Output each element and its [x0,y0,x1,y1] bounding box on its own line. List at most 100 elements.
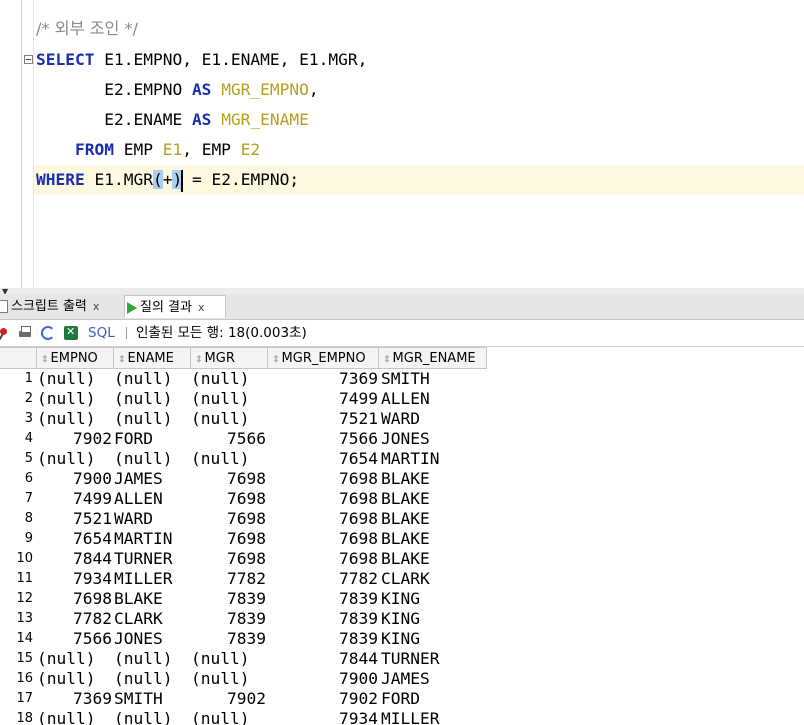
cell-mgr-empno[interactable]: 7698 [268,529,378,549]
cell-mgr-empno[interactable]: 7521 [268,409,378,429]
table-row[interactable]: 9 7654 MARTIN 7698 7698 BLAKE [0,529,487,549]
table-row[interactable]: 17 7369 SMITH 7902 7902 FORD [0,689,487,709]
table-row[interactable]: 6 7900 JAMES 7698 7698 BLAKE [0,469,487,489]
cell-ename[interactable]: FORD [114,429,189,449]
cell-mgr-ename[interactable]: TURNER [381,649,487,669]
table-row[interactable]: 5 (null) (null) (null) 7654 MARTIN [0,449,487,469]
table-row[interactable]: 7 7499 ALLEN 7698 7698 BLAKE [0,489,487,509]
table-row[interactable]: 3 (null) (null) (null) 7521 WARD [0,409,487,429]
cell-mgr-ename[interactable]: BLAKE [381,509,487,529]
cell-empno[interactable]: 7499 [37,489,112,509]
cell-empno[interactable]: (null) [37,389,112,409]
cell-empno[interactable]: (null) [37,669,112,689]
cell-mgr-empno[interactable]: 7369 [268,369,378,389]
cell-empno[interactable]: (null) [37,369,112,389]
cell-empno[interactable]: (null) [37,709,112,725]
cell-empno[interactable]: 7698 [37,589,112,609]
cell-empno[interactable]: 7900 [37,469,112,489]
cell-empno[interactable]: 7566 [37,629,112,649]
cell-mgr[interactable]: 7839 [191,609,266,629]
cell-mgr-ename[interactable]: JAMES [381,669,487,689]
code-line[interactable]: E2.EMPNO AS MGR_EMPNO, [36,75,318,105]
sql-editor[interactable]: /* 외부 조인 */ SELECT E1.EMPNO, E1.ENAME, E… [0,0,804,289]
table-row[interactable]: 10 7844 TURNER 7698 7698 BLAKE [0,549,487,569]
cell-mgr[interactable]: 7839 [191,629,266,649]
cell-mgr[interactable]: (null) [191,449,266,469]
cell-ename[interactable]: (null) [114,669,189,689]
cell-mgr-ename[interactable]: SMITH [381,369,487,389]
cell-mgr[interactable]: (null) [191,669,266,689]
cell-mgr[interactable]: 7902 [191,689,266,709]
table-row[interactable]: 4 7902 FORD 7566 7566 JONES [0,429,487,449]
column-header-empno[interactable]: ⇕ EMPNO [37,347,114,369]
cell-mgr[interactable]: 7698 [191,529,266,549]
cell-ename[interactable]: JONES [114,629,189,649]
cell-empno[interactable]: (null) [37,409,112,429]
cell-mgr[interactable]: 7782 [191,569,266,589]
cell-ename[interactable]: JAMES [114,469,189,489]
result-grid[interactable]: ⇕ EMPNO ⇕ ENAME ⇕ MGR ⇕ MGR_EMPNO ⇕ MGR_ENAME… [0,347,804,725]
column-header-ename[interactable]: ⇕ ENAME [114,347,191,369]
cell-ename[interactable]: (null) [114,409,189,429]
cell-mgr[interactable]: (null) [191,409,266,429]
cell-mgr[interactable]: 7698 [191,509,266,529]
cell-empno[interactable]: 7369 [37,689,112,709]
cell-mgr[interactable]: 7698 [191,469,266,489]
cell-mgr-empno[interactable]: 7934 [268,709,378,725]
cell-mgr-ename[interactable]: FORD [381,689,487,709]
cell-ename[interactable]: ALLEN [114,489,189,509]
cell-mgr[interactable]: (null) [191,709,266,725]
print-icon[interactable] [18,326,32,340]
cell-ename[interactable]: (null) [114,649,189,669]
cell-mgr-ename[interactable]: BLAKE [381,469,487,489]
code-line[interactable]: WHERE E1.MGR(+) = E2.EMPNO; [34,165,804,195]
cell-mgr[interactable]: (null) [191,369,266,389]
cell-mgr[interactable]: (null) [191,389,266,409]
cell-ename[interactable]: CLARK [114,609,189,629]
cell-mgr-empno[interactable]: 7839 [268,629,378,649]
code-line[interactable]: E2.ENAME AS MGR_ENAME [36,105,309,135]
cell-mgr-empno[interactable]: 7839 [268,589,378,609]
fold-toggle-icon[interactable] [24,55,33,64]
cell-empno[interactable]: (null) [37,649,112,669]
sql-button[interactable]: SQL [88,320,115,346]
cell-mgr-empno[interactable]: 7844 [268,649,378,669]
cell-mgr-ename[interactable]: JONES [381,429,487,449]
cell-mgr-empno[interactable]: 7698 [268,489,378,509]
table-row[interactable]: 1 (null) (null) (null) 7369 SMITH [0,369,487,389]
cell-mgr[interactable]: 7566 [191,429,266,449]
cell-mgr-empno[interactable]: 7654 [268,449,378,469]
code-line[interactable]: FROM EMP E1, EMP E2 [36,135,260,165]
cell-ename[interactable]: (null) [114,709,189,725]
tab-query-result[interactable]: 질의 결과 x [124,295,226,318]
cell-empno[interactable]: 7521 [37,509,112,529]
cell-mgr-ename[interactable]: ALLEN [381,389,487,409]
tab-script-output[interactable]: 스크립트 출력 x [0,295,122,318]
cell-mgr-empno[interactable]: 7782 [268,569,378,589]
cell-mgr-empno[interactable]: 7902 [268,689,378,709]
cell-ename[interactable]: (null) [114,369,189,389]
cell-mgr-ename[interactable]: WARD [381,409,487,429]
cell-mgr-empno[interactable]: 7900 [268,669,378,689]
column-header-mgr-ename[interactable]: ⇕ MGR_ENAME [379,347,487,369]
cell-empno[interactable]: 7782 [37,609,112,629]
tab-close-icon[interactable]: x [93,300,100,313]
cell-mgr-ename[interactable]: KING [381,629,487,649]
cell-mgr[interactable]: 7698 [191,549,266,569]
refresh-icon[interactable] [41,326,55,340]
cell-empno[interactable]: 7654 [37,529,112,549]
cell-mgr-empno[interactable]: 7698 [268,469,378,489]
cell-mgr-ename[interactable]: CLARK [381,569,487,589]
table-row[interactable]: 13 7782 CLARK 7839 7839 KING [0,609,487,629]
tab-close-icon[interactable]: x [198,301,205,314]
table-row[interactable]: 14 7566 JONES 7839 7839 KING [0,629,487,649]
pin-icon[interactable] [0,326,8,340]
cell-mgr-ename[interactable]: BLAKE [381,489,487,509]
table-row[interactable]: 12 7698 BLAKE 7839 7839 KING [0,589,487,609]
cell-ename[interactable]: (null) [114,389,189,409]
cell-mgr-ename[interactable]: MILLER [381,709,487,725]
table-row[interactable]: 2 (null) (null) (null) 7499 ALLEN [0,389,487,409]
column-header-mgr[interactable]: ⇕ MGR [191,347,268,369]
cell-empno[interactable]: 7902 [37,429,112,449]
cell-mgr-ename[interactable]: BLAKE [381,549,487,569]
